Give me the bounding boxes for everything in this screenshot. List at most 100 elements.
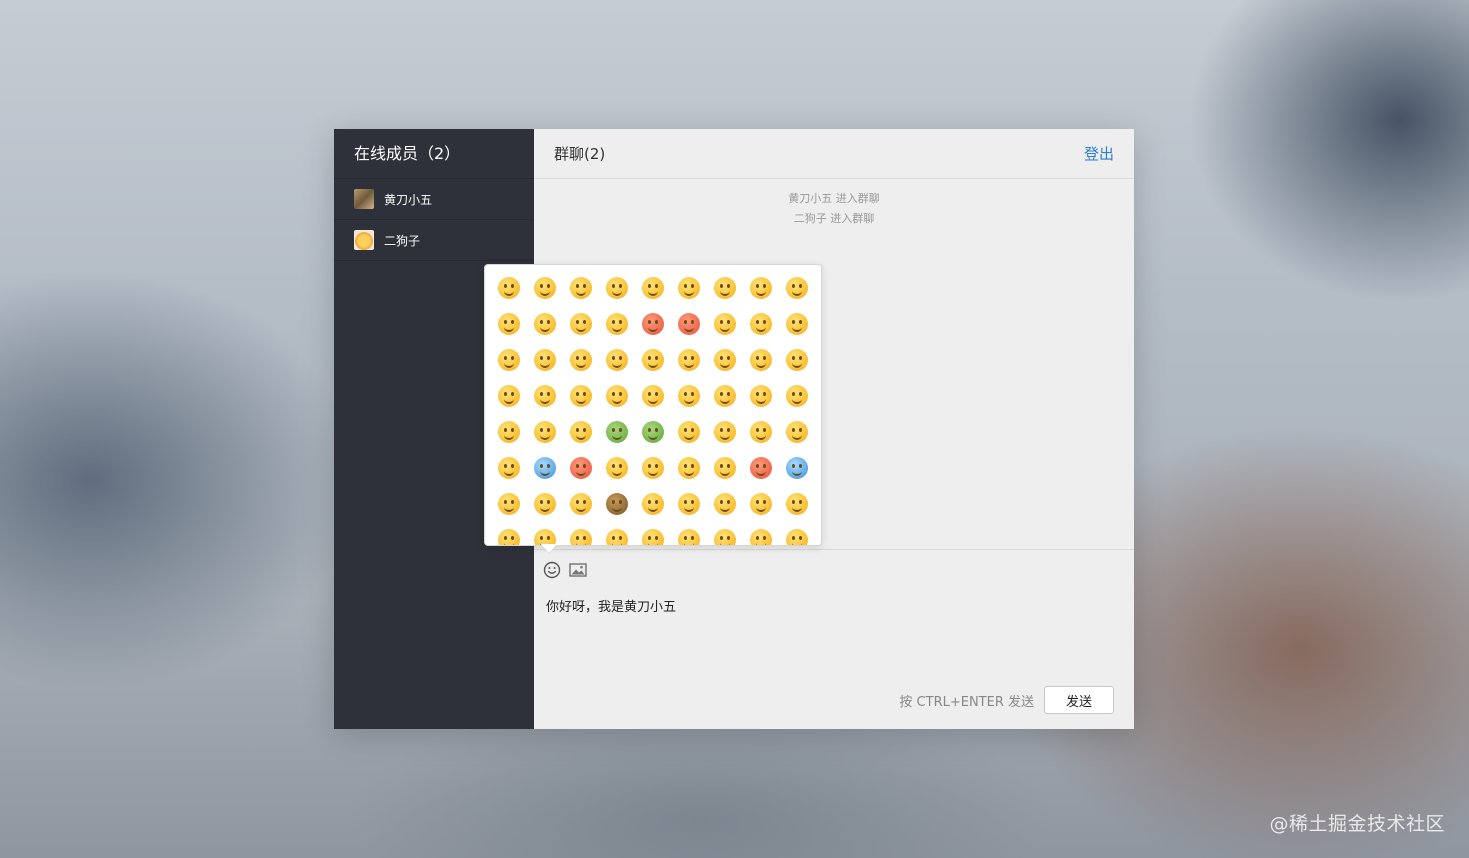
emoji-mouth xyxy=(540,289,550,296)
chat-header: 群聊(2) 登出 xyxy=(534,129,1134,179)
emoji-item[interactable] xyxy=(635,342,671,378)
emoji-item[interactable] xyxy=(563,342,599,378)
emoji-item[interactable] xyxy=(707,522,743,545)
emoji-item[interactable] xyxy=(635,306,671,342)
emoji-item[interactable] xyxy=(707,486,743,522)
emoji-item[interactable] xyxy=(635,378,671,414)
emoji-item[interactable] xyxy=(491,306,527,342)
emoji-item[interactable] xyxy=(527,414,563,450)
emoji-item[interactable] xyxy=(743,486,779,522)
emoji-face-icon xyxy=(498,493,520,515)
emoji-item[interactable] xyxy=(635,270,671,306)
emoji-item[interactable] xyxy=(599,270,635,306)
emoji-item[interactable] xyxy=(527,342,563,378)
emoji-face-icon xyxy=(570,277,592,299)
emoji-mouth xyxy=(504,361,514,368)
emoji-item[interactable] xyxy=(707,270,743,306)
emoji-item[interactable] xyxy=(671,450,707,486)
emoji-item[interactable] xyxy=(563,450,599,486)
emoji-item[interactable] xyxy=(599,342,635,378)
emoji-item[interactable] xyxy=(671,270,707,306)
emoji-mouth xyxy=(576,433,586,440)
emoji-item[interactable] xyxy=(779,450,815,486)
logout-link[interactable]: 登出 xyxy=(1084,143,1114,164)
send-button[interactable]: 发送 xyxy=(1044,686,1114,714)
emoji-item[interactable] xyxy=(527,306,563,342)
emoji-item[interactable] xyxy=(527,522,563,545)
emoji-item[interactable] xyxy=(779,378,815,414)
emoji-item[interactable] xyxy=(491,486,527,522)
emoji-item[interactable] xyxy=(491,378,527,414)
emoji-item[interactable] xyxy=(563,414,599,450)
emoji-item[interactable] xyxy=(491,270,527,306)
emoji-item[interactable] xyxy=(743,306,779,342)
member-item[interactable]: 二狗子 xyxy=(334,220,534,261)
emoji-item[interactable] xyxy=(779,342,815,378)
emoji-item[interactable] xyxy=(635,414,671,450)
smile-icon[interactable] xyxy=(542,560,562,580)
emoji-item[interactable] xyxy=(599,522,635,545)
emoji-item[interactable] xyxy=(707,450,743,486)
emoji-item[interactable] xyxy=(779,270,815,306)
emoji-item[interactable] xyxy=(563,270,599,306)
emoji-item[interactable] xyxy=(527,450,563,486)
emoji-item[interactable] xyxy=(563,306,599,342)
emoji-item[interactable] xyxy=(743,450,779,486)
emoji-item[interactable] xyxy=(527,486,563,522)
emoji-item[interactable] xyxy=(743,378,779,414)
emoji-face-icon xyxy=(642,421,664,443)
emoji-face-icon xyxy=(786,457,808,479)
emoji-item[interactable] xyxy=(707,306,743,342)
emoji-item[interactable] xyxy=(671,486,707,522)
emoji-mouth xyxy=(504,397,514,404)
emoji-face-icon xyxy=(678,421,700,443)
emoji-item[interactable] xyxy=(671,414,707,450)
emoji-mouth xyxy=(576,541,586,545)
emoji-item[interactable] xyxy=(779,306,815,342)
emoji-face-icon xyxy=(498,277,520,299)
emoji-item[interactable] xyxy=(635,486,671,522)
emoji-item[interactable] xyxy=(671,306,707,342)
emoji-item[interactable] xyxy=(599,378,635,414)
emoji-item[interactable] xyxy=(779,522,815,545)
emoji-item[interactable] xyxy=(527,378,563,414)
emoji-item[interactable] xyxy=(671,378,707,414)
emoji-item[interactable] xyxy=(491,450,527,486)
emoji-face-icon xyxy=(714,313,736,335)
emoji-item[interactable] xyxy=(599,450,635,486)
emoji-item[interactable] xyxy=(599,306,635,342)
emoji-item[interactable] xyxy=(599,414,635,450)
emoji-mouth xyxy=(540,325,550,332)
emoji-item[interactable] xyxy=(671,522,707,545)
emoji-item[interactable] xyxy=(743,270,779,306)
emoji-mouth xyxy=(612,541,622,545)
emoji-item[interactable] xyxy=(779,486,815,522)
emoji-face-icon xyxy=(786,277,808,299)
image-icon[interactable] xyxy=(568,560,588,580)
emoji-item[interactable] xyxy=(563,522,599,545)
emoji-item[interactable] xyxy=(563,486,599,522)
emoji-item[interactable] xyxy=(707,342,743,378)
emoji-item[interactable] xyxy=(635,522,671,545)
emoji-item[interactable] xyxy=(527,270,563,306)
emoji-mouth xyxy=(792,325,802,332)
emoji-item[interactable] xyxy=(491,522,527,545)
emoji-item[interactable] xyxy=(563,378,599,414)
emoji-item[interactable] xyxy=(491,414,527,450)
emoji-item[interactable] xyxy=(491,342,527,378)
avatar xyxy=(354,230,374,250)
emoji-item[interactable] xyxy=(779,414,815,450)
emoji-item[interactable] xyxy=(635,450,671,486)
emoji-item[interactable] xyxy=(671,342,707,378)
emoji-mouth xyxy=(648,361,658,368)
emoji-item[interactable] xyxy=(599,486,635,522)
message-input[interactable] xyxy=(544,594,1128,678)
emoji-item[interactable] xyxy=(707,414,743,450)
avatar xyxy=(354,189,374,209)
emoji-item[interactable] xyxy=(743,414,779,450)
emoji-face-icon xyxy=(714,529,736,545)
emoji-item[interactable] xyxy=(743,342,779,378)
emoji-item[interactable] xyxy=(707,378,743,414)
emoji-item[interactable] xyxy=(743,522,779,545)
member-item[interactable]: 黄刀小五 xyxy=(334,179,534,220)
